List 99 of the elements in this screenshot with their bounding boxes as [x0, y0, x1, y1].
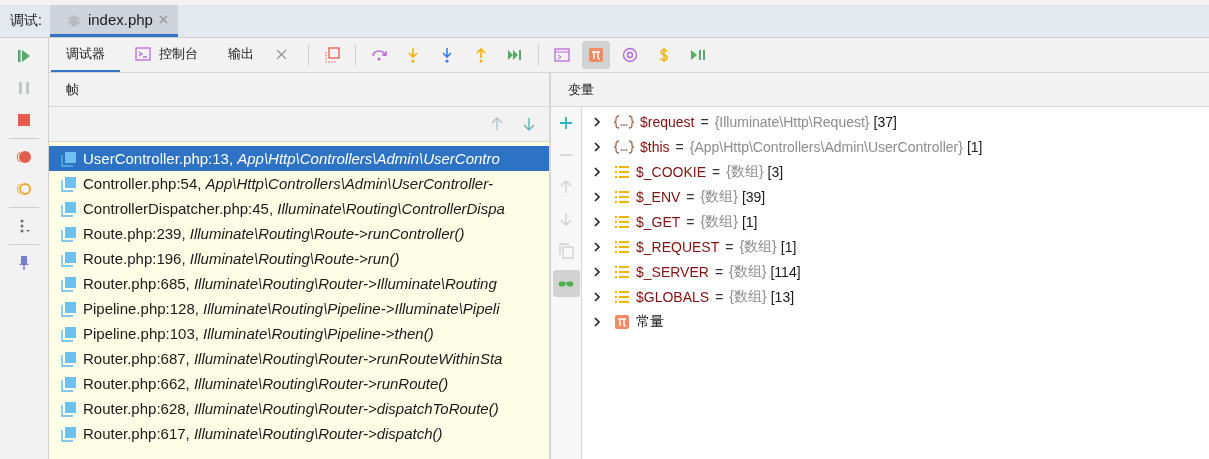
variable-count: [114]	[770, 263, 801, 280]
variables-title: 变量	[568, 80, 594, 99]
file-tab[interactable]: index.php	[49, 5, 178, 37]
variable-count: [39]	[741, 188, 766, 205]
frame-row[interactable]: Route.php:196, Illuminate\Routing\Route->run()	[49, 246, 549, 271]
frame-icon	[61, 225, 77, 242]
resume-pause-icon[interactable]	[690, 47, 706, 63]
variable-type: {数组}	[726, 162, 764, 181]
expand-chevron-icon[interactable]	[592, 116, 602, 127]
frame-icon	[61, 325, 77, 342]
frames-title: 帧	[66, 80, 79, 99]
variable-count: [3]	[767, 163, 784, 180]
frame-icon	[61, 300, 77, 317]
variable-name: $_COOKIE	[636, 163, 707, 180]
variable-count: [13]	[770, 288, 795, 305]
frame-row[interactable]: Pipeline.php:128, Illuminate\Routing\Pipeline->Illuminate\Pipeli	[49, 296, 549, 321]
variable-name: $_SERVER	[636, 263, 709, 280]
frame-row[interactable]: Router.php:662, Illuminate\Routing\Router->runRoute()	[49, 371, 549, 396]
list-icon	[614, 263, 630, 280]
glasses-button[interactable]	[552, 270, 580, 297]
frame-icon	[61, 400, 77, 417]
variable-type: {数组}	[700, 212, 738, 231]
equals-sign: =	[725, 238, 734, 255]
up-arrow-icon[interactable]	[489, 116, 505, 132]
frame-row[interactable]: Router.php:687, Illuminate\Routing\Router->runRouteWithinSta	[49, 346, 549, 371]
frame-icon	[61, 375, 77, 392]
equals-sign: =	[700, 113, 709, 130]
down-arrow-icon[interactable]	[558, 211, 574, 227]
expand-chevron-icon[interactable]	[592, 241, 602, 252]
expand-chevron-icon[interactable]	[592, 216, 602, 227]
expand-chevron-icon[interactable]	[592, 141, 602, 152]
frame-icon	[61, 350, 77, 367]
variable-group-name: 常量	[636, 312, 664, 331]
up-arrow-icon[interactable]	[558, 179, 574, 195]
frame-icon	[61, 250, 77, 267]
variable-count: [37]	[873, 113, 897, 130]
variable-name: $_REQUEST	[636, 238, 720, 255]
console-icon	[135, 46, 151, 62]
frame-row[interactable]: Pipeline.php:103, Illuminate\Routing\Pipeline->then()	[49, 321, 549, 346]
tool-tab[interactable]: 控制台	[120, 38, 213, 72]
equals-sign: =	[686, 188, 695, 205]
copy-icon[interactable]	[558, 243, 574, 259]
variable-type: {数组}	[729, 287, 767, 306]
variable-name: $GLOBALS	[636, 288, 710, 305]
variable-type: {数组}	[729, 262, 767, 281]
list-icon	[614, 213, 630, 230]
equals-sign: =	[714, 263, 724, 280]
frame-icon	[61, 200, 77, 217]
object-icon	[614, 113, 634, 130]
object-icon	[614, 138, 634, 155]
frame-row[interactable]: Controller.php:54, App\Http\Controllers\Admin\UserController-	[49, 171, 549, 196]
variable-name: $this	[640, 138, 670, 155]
variable-count: [1]	[966, 138, 983, 155]
close-icon[interactable]	[276, 48, 287, 60]
expand-chevron-icon[interactable]	[592, 291, 602, 302]
variable-count: [1]	[741, 213, 758, 230]
frame-row[interactable]: Router.php:617, Illuminate\Routing\Router->dispatch()	[49, 421, 549, 446]
variable-type: {Illuminate\Http\Request}	[714, 113, 870, 130]
frame-row[interactable]: Router.php:628, Illuminate\Routing\Router->dispatchToRoute()	[49, 396, 549, 421]
variable-type: {App\Http\Controllers\Admin\UserController}	[689, 138, 963, 155]
equals-sign: =	[712, 163, 721, 180]
close-icon[interactable]	[158, 15, 168, 24]
variable-name: $_GET	[636, 213, 681, 230]
mute-icon[interactable]	[16, 181, 32, 197]
stop-icon[interactable]	[16, 112, 32, 128]
frame-icon	[61, 175, 77, 192]
force-step-into-icon[interactable]	[439, 47, 455, 63]
variable-type: {数组}	[739, 237, 777, 256]
variable-count: [1]	[780, 238, 797, 255]
expand-chevron-icon[interactable]	[592, 166, 602, 177]
expand-chevron-icon[interactable]	[592, 316, 602, 327]
step-over-icon[interactable]	[371, 47, 387, 63]
frame-row[interactable]: Route.php:239, Illuminate\Routing\Route->runController()	[49, 221, 549, 246]
frame-icon	[61, 150, 77, 167]
list-icon	[614, 163, 630, 180]
frame-row[interactable]: UserController.php:13, App\Http\Controllers\Admin\UserContro	[49, 146, 549, 171]
frame-row[interactable]: Router.php:685, Illuminate\Routing\Router->Illuminate\Routing	[49, 271, 549, 296]
frame-icon	[61, 425, 77, 442]
add-icon[interactable]	[558, 115, 574, 131]
resume-icon[interactable]	[16, 48, 32, 64]
list-icon	[614, 238, 630, 255]
run-to-cursor-icon[interactable]	[507, 47, 523, 63]
debug-label: 调试:	[9, 12, 43, 30]
list-icon	[614, 288, 630, 305]
frame-row[interactable]: ControllerDispatcher.php:45, Illuminate\Routing\ControllerDispa	[49, 196, 549, 221]
equals-sign: =	[715, 288, 724, 305]
variable-name: $request	[640, 113, 695, 130]
list-icon	[614, 188, 630, 205]
step-into-icon[interactable]	[405, 47, 421, 63]
expand-chevron-icon[interactable]	[592, 191, 602, 202]
variable-name: $_ENV	[636, 188, 681, 205]
equals-sign: =	[686, 213, 695, 230]
down-arrow-icon[interactable]	[521, 116, 537, 132]
breakpoints-icon[interactable]	[16, 149, 32, 165]
variable-type: {数组}	[700, 187, 738, 206]
equals-sign: =	[675, 138, 684, 155]
expand-chevron-icon[interactable]	[592, 266, 602, 277]
tool-tab[interactable]: 输出	[213, 38, 302, 72]
frame-icon	[61, 275, 77, 292]
